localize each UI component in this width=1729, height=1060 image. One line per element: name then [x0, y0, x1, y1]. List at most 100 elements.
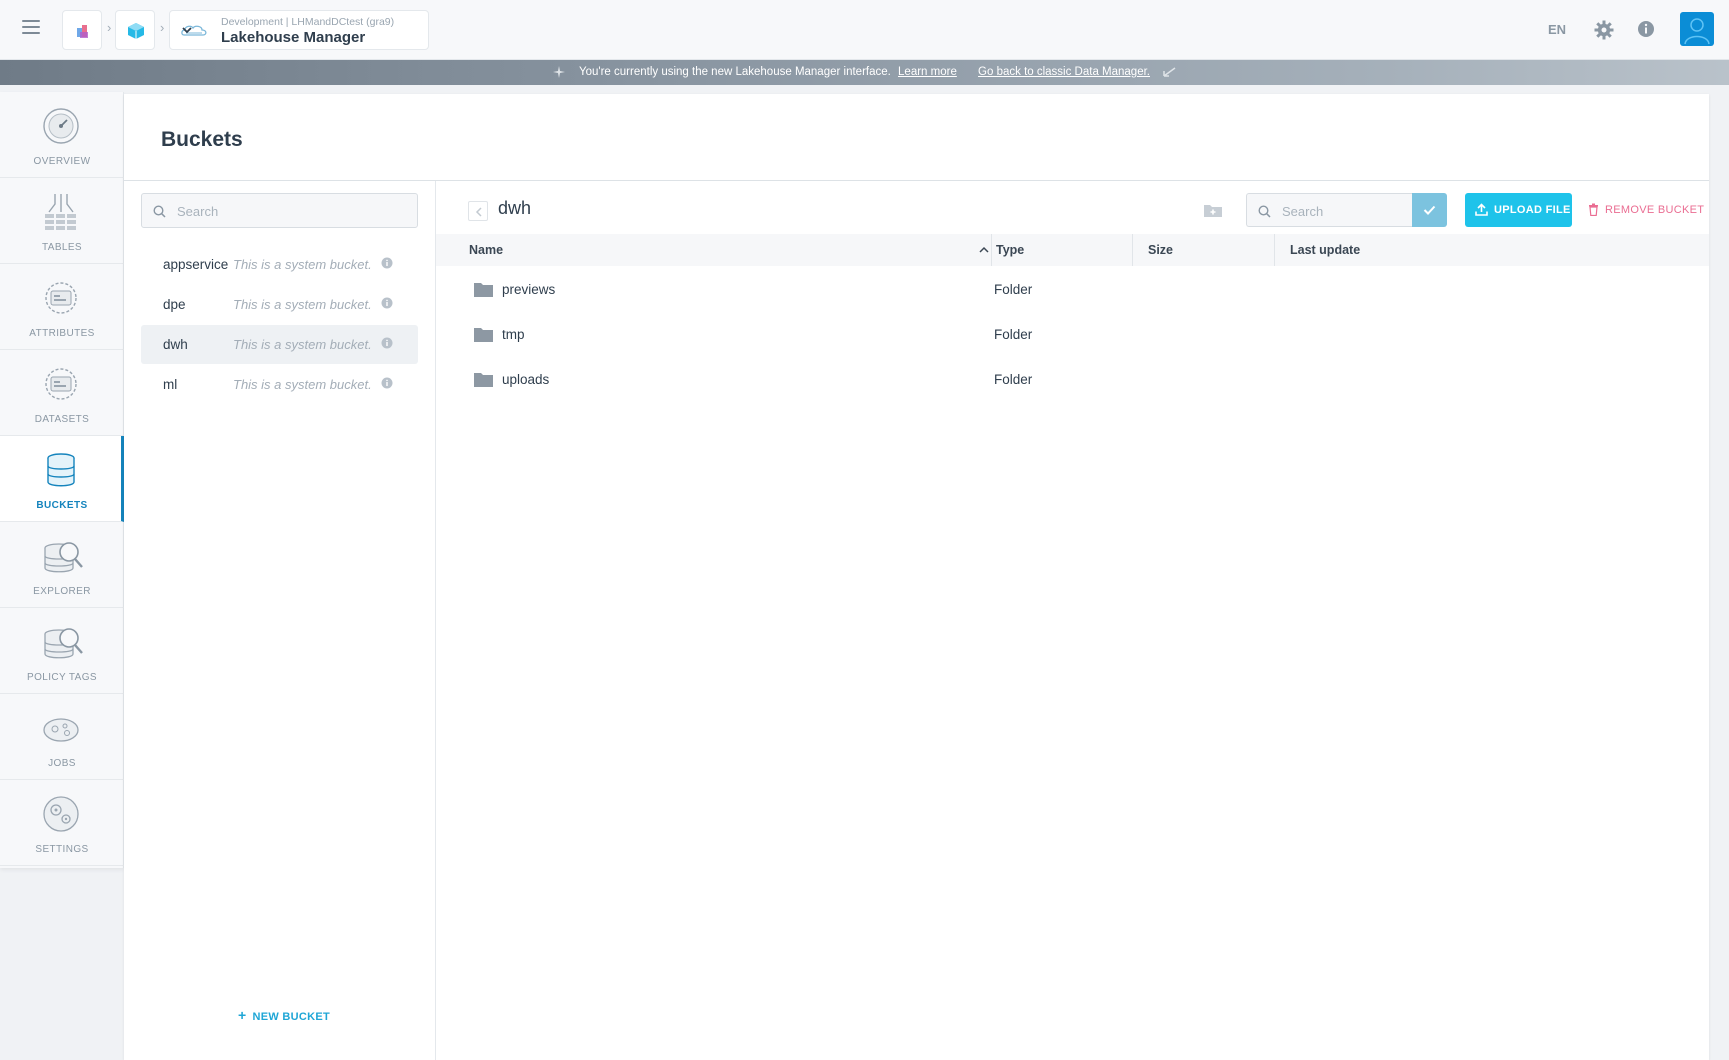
table-row[interactable]: tmp Folder [436, 313, 1709, 358]
folder-icon [474, 373, 493, 387]
file-name: uploads [502, 372, 550, 387]
bucket-search[interactable] [141, 193, 418, 228]
info-icon[interactable] [381, 297, 393, 309]
cube-icon [128, 23, 144, 39]
file-type: Folder [994, 327, 1033, 342]
bucket-description: This is a system bucket. [233, 377, 372, 392]
new-bucket-button[interactable]: + NEW BUCKET [238, 1007, 330, 1023]
banner-text: You're currently using the new Lakehouse… [579, 66, 891, 78]
breadcrumb-project[interactable] [115, 10, 155, 50]
nav-item-explorer[interactable]: EXPLORER [0, 522, 124, 608]
nav-item-datasets[interactable]: DATASETS [0, 350, 124, 436]
sparkle-icon [553, 66, 565, 78]
attributes-icon [45, 282, 77, 314]
context-title: Lakehouse Manager [221, 29, 366, 46]
tables-icon [45, 194, 76, 230]
bucket-name: ml [163, 377, 178, 392]
back-button[interactable] [468, 201, 488, 221]
nav-item-jobs[interactable]: JOBS [0, 694, 124, 780]
user-icon [1684, 18, 1710, 45]
folder-icon [474, 283, 493, 297]
column-header-size[interactable]: Size [1148, 243, 1173, 257]
column-divider [991, 234, 992, 266]
bucket-item-ml[interactable]: ml This is a system bucket. [141, 365, 418, 404]
gear-icon[interactable] [1594, 20, 1614, 40]
file-search-input[interactable] [1282, 200, 1407, 222]
column-header-type[interactable]: Type [996, 243, 1024, 257]
file-search[interactable] [1246, 193, 1412, 227]
new-folder-icon[interactable] [1203, 202, 1223, 218]
gauge-icon [43, 108, 79, 144]
bucket-description: This is a system bucket. [233, 337, 372, 352]
bucket-search-input[interactable] [177, 200, 407, 222]
context-subtitle: Development | LHMandDCtest (gra9) [221, 16, 395, 28]
bucket-item-dpe[interactable]: dpe This is a system bucket. [141, 285, 418, 324]
bucket-name: appservice [163, 257, 229, 272]
explorer-icon [44, 542, 83, 573]
top-bar: › › Development | LHMandDCtest (gra9) La… [0, 0, 1729, 60]
classic-manager-link[interactable]: Go back to classic Data Manager. [978, 66, 1150, 78]
settings-icon [43, 796, 79, 832]
page-title: Buckets [161, 128, 243, 151]
info-icon[interactable] [1637, 20, 1655, 38]
nav-label: OVERVIEW [33, 156, 91, 167]
table-row[interactable]: previews Folder [436, 268, 1709, 313]
learn-more-link[interactable]: Learn more [898, 66, 957, 78]
bucket-item-appservice[interactable]: appservice This is a system bucket. [141, 245, 418, 284]
column-divider [1132, 234, 1133, 266]
column-divider [1274, 234, 1275, 266]
context-selector[interactable]: Development | LHMandDCtest (gra9) Lakeho… [169, 10, 429, 50]
breadcrumb-home[interactable] [62, 10, 102, 50]
interface-banner: You're currently using the new Lakehouse… [0, 60, 1729, 85]
nav-label: EXPLORER [33, 586, 91, 597]
nav-item-buckets[interactable]: BUCKETS [0, 436, 124, 522]
breadcrumb-separator: › [160, 20, 165, 35]
bucket-description: This is a system bucket. [233, 297, 372, 312]
database-icon [47, 453, 75, 487]
nav-item-tables[interactable]: TABLES [0, 178, 124, 264]
avatar[interactable] [1680, 12, 1714, 46]
chevron-down-icon[interactable] [180, 23, 194, 37]
file-name: previews [502, 282, 556, 297]
nav-item-policy-tags[interactable]: POLICY TAGS [0, 608, 124, 694]
info-icon[interactable] [381, 377, 393, 389]
upload-file-button[interactable]: UPLOAD FILE [1465, 193, 1572, 227]
file-type: Folder [994, 372, 1033, 387]
nav-item-settings[interactable]: SETTINGS [0, 780, 124, 866]
bucket-description: This is a system bucket. [233, 257, 372, 272]
table-row[interactable]: uploads Folder [436, 358, 1709, 403]
check-icon [1423, 205, 1436, 215]
column-header-last-update[interactable]: Last update [1290, 243, 1360, 257]
bucket-content-panel: dwh UPLOAD FILE REMOVE BUCKET Name Type [436, 181, 1709, 1060]
remove-bucket-label: REMOVE BUCKET [1605, 204, 1705, 216]
plus-icon: + [238, 1007, 247, 1023]
side-navigation: OVERVIEW TABLES ATTRIBUTES DATASETS BUCK… [0, 92, 124, 868]
file-table-header: Name Type Size Last update [436, 234, 1709, 266]
bucket-name: dwh [163, 337, 188, 352]
nav-item-attributes[interactable]: ATTRIBUTES [0, 264, 124, 350]
trash-icon [1589, 203, 1598, 216]
menu-icon[interactable] [22, 20, 40, 36]
bucket-title: dwh [498, 198, 532, 218]
main-panel: Buckets appservice This is a system buck… [124, 94, 1709, 1060]
new-bucket-label: NEW BUCKET [252, 1011, 331, 1023]
folder-icon [474, 328, 493, 342]
search-submit-button[interactable] [1412, 193, 1447, 227]
info-icon[interactable] [381, 337, 393, 349]
info-icon[interactable] [381, 257, 393, 269]
column-header-name[interactable]: Name [469, 243, 503, 257]
nav-label: ATTRIBUTES [29, 328, 95, 339]
policy-tags-icon [44, 628, 83, 659]
nav-item-overview[interactable]: OVERVIEW [0, 92, 124, 178]
nav-label: TABLES [41, 242, 82, 253]
bucket-list-panel: appservice This is a system bucket. dpe … [124, 181, 436, 1060]
app-logo-icon [77, 25, 88, 38]
language-switch[interactable]: EN [1548, 22, 1566, 37]
breadcrumb-separator: › [107, 20, 112, 35]
upload-icon [1475, 203, 1488, 216]
chevron-left-icon [475, 207, 482, 217]
back-arrow-icon [1163, 67, 1176, 77]
bucket-item-dwh[interactable]: dwh This is a system bucket. [141, 325, 418, 364]
chevron-up-icon[interactable] [978, 245, 990, 255]
nav-label: POLICY TAGS [27, 672, 97, 683]
